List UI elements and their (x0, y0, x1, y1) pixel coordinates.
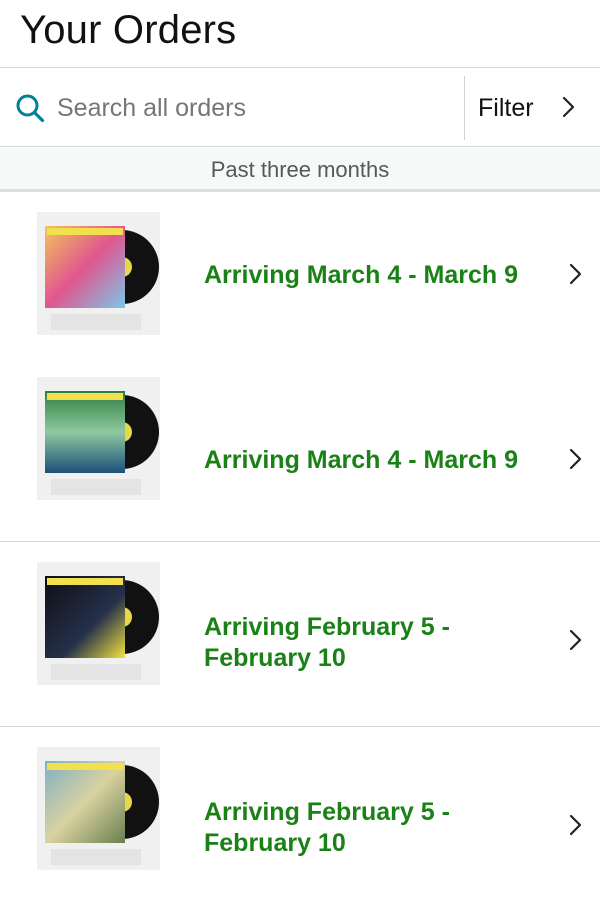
chevron-right-icon (569, 448, 582, 470)
order-row[interactable]: Arriving March 4 - March 9 (0, 192, 600, 377)
search-icon[interactable] (15, 93, 45, 123)
chevron-right-icon (562, 96, 575, 118)
delivery-status: Arriving March 4 - March 9 (204, 261, 518, 289)
search-bar: Filter (0, 67, 600, 147)
chevron-right-icon (569, 814, 582, 836)
order-row[interactable]: Arriving February 5 - February 10 (0, 542, 600, 727)
product-image[interactable] (37, 747, 160, 870)
filter-button[interactable]: Filter (465, 68, 600, 146)
page-title: Your Orders (20, 8, 237, 52)
chevron-right-icon (569, 263, 582, 285)
delivery-status: Arriving March 4 - March 9 (204, 446, 518, 474)
delivery-status: Arriving February 5 - February 10 (204, 798, 450, 857)
section-label: Past three months (210, 157, 390, 182)
product-image[interactable] (37, 212, 160, 335)
section-header: Past three months (0, 148, 600, 192)
delivery-status: Arriving February 5 - February 10 (204, 613, 450, 672)
order-row[interactable]: Arriving February 5 - February 10 (0, 727, 600, 909)
page-header: Your Orders (0, 0, 600, 67)
order-row[interactable]: Arriving March 4 - March 9 (0, 357, 600, 542)
chevron-right-icon (569, 629, 582, 651)
filter-label: Filter (478, 94, 534, 122)
product-image[interactable] (37, 377, 160, 500)
product-image[interactable] (37, 562, 160, 685)
search-input[interactable] (57, 88, 452, 128)
